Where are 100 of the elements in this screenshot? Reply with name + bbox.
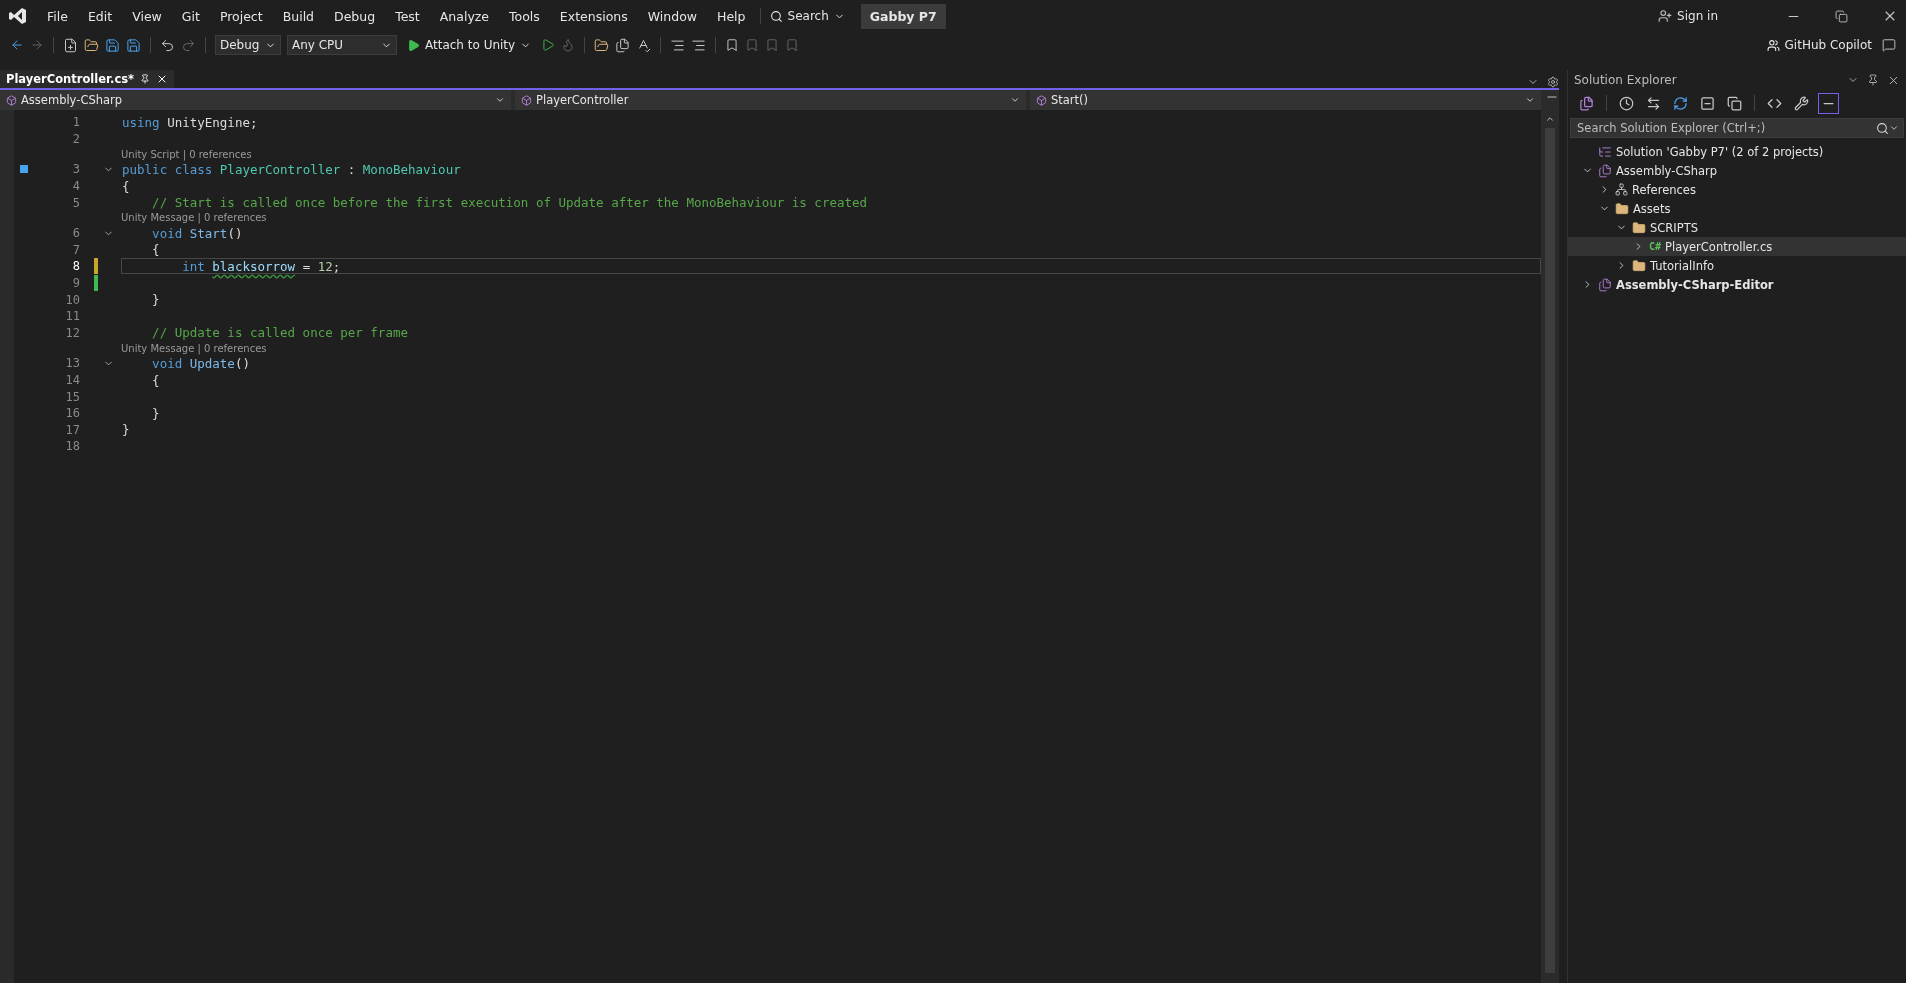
- folder-icon: [1632, 220, 1646, 235]
- folder-icon: [1632, 258, 1646, 273]
- tree-item[interactable]: References: [1568, 180, 1906, 199]
- tree-item[interactable]: SCRIPTS: [1568, 218, 1906, 237]
- folder-icon: [1615, 201, 1629, 216]
- tree-item[interactable]: Assembly-CSharp: [1568, 161, 1906, 180]
- start-without-debugging-icon[interactable]: [541, 38, 556, 52]
- caret-icon: [1525, 95, 1535, 105]
- new-file-icon[interactable]: [63, 37, 78, 53]
- menu-item[interactable]: View: [123, 4, 171, 28]
- code-line: }: [151, 405, 160, 421]
- code-lens[interactable]: Unity Script | 0 references: [121, 148, 252, 160]
- sign-in-button[interactable]: Sign in: [1654, 9, 1722, 23]
- redo-icon[interactable]: [181, 37, 196, 53]
- code-line: void Update(): [151, 355, 250, 371]
- browser-icon[interactable]: [615, 37, 631, 53]
- forward-icon[interactable]: [30, 38, 44, 52]
- implements-icon[interactable]: [19, 164, 29, 175]
- caret-icon: [1010, 95, 1020, 105]
- menu-item[interactable]: Build: [273, 4, 324, 28]
- github-copilot-button[interactable]: GitHub Copilot: [1762, 38, 1876, 52]
- references-icon: [1615, 183, 1628, 196]
- undo-icon[interactable]: [160, 37, 175, 53]
- menu-item[interactable]: Tools: [500, 4, 549, 28]
- platform-dropdown[interactable]: Any CPU: [287, 35, 397, 55]
- menu-item[interactable]: Debug: [325, 4, 385, 28]
- vertical-scrollbar[interactable]: [1541, 110, 1559, 983]
- menu-item[interactable]: Test: [386, 4, 429, 28]
- cube-icon: [6, 94, 17, 106]
- preview-icon[interactable]: [1818, 92, 1839, 114]
- play-icon: [407, 38, 420, 52]
- line-number: 2: [71, 131, 80, 146]
- solution-name: Gabby P7: [860, 3, 946, 29]
- code-lens[interactable]: Unity Message | 0 references: [121, 342, 267, 354]
- navigation-dropdown[interactable]: Start(): [1030, 90, 1541, 110]
- tree-item[interactable]: Assembly-CSharp-Editor: [1568, 275, 1906, 294]
- line-number: 16: [64, 406, 80, 421]
- pin-icon[interactable]: [1867, 74, 1879, 86]
- tree-item[interactable]: TutorialInfo: [1568, 256, 1906, 275]
- cube-icon: [1036, 94, 1047, 106]
- menu-item[interactable]: Help: [708, 4, 755, 28]
- pin-icon[interactable]: [140, 74, 151, 84]
- solution-icon: [1598, 144, 1612, 159]
- line-number: 10: [64, 292, 80, 307]
- settings-icon[interactable]: [1547, 76, 1559, 88]
- menu-item[interactable]: File: [38, 4, 77, 28]
- menu-item[interactable]: Analyze: [430, 4, 499, 28]
- bookmark-icon[interactable]: [725, 38, 740, 52]
- menu-item[interactable]: Project: [210, 4, 272, 28]
- line-number: 6: [71, 226, 80, 241]
- project-icon: [1598, 277, 1612, 292]
- configuration-dropdown[interactable]: Debug: [215, 35, 281, 55]
- code-line: {: [122, 178, 130, 194]
- search-field[interactable]: Search Solution Explorer (Ctrl+;): [1570, 118, 1904, 138]
- code-line: using UnityEngine;: [122, 114, 258, 130]
- line-number: 11: [64, 309, 80, 324]
- scroll-up-icon[interactable]: [1545, 114, 1555, 124]
- search-icon[interactable]: [1876, 121, 1889, 135]
- code-line: // Update is called once per frame: [151, 325, 408, 341]
- back-icon[interactable]: [10, 38, 24, 52]
- line-number: 7: [71, 242, 80, 257]
- menu-item[interactable]: Window: [638, 4, 707, 28]
- line-number: 15: [64, 389, 80, 404]
- open-folder-icon[interactable]: [84, 37, 99, 53]
- save-all-icon[interactable]: [126, 37, 141, 53]
- indent-icon[interactable]: [670, 37, 686, 53]
- menu-item[interactable]: Extensions: [550, 4, 637, 28]
- project-icon: [1598, 163, 1612, 178]
- code-line: void Start(): [151, 225, 243, 241]
- editor-tab[interactable]: PlayerController.cs*: [0, 70, 175, 88]
- code-line: int blacksorrow = 12;: [181, 258, 341, 274]
- search-button[interactable]: Search: [765, 9, 849, 23]
- menu-item[interactable]: Edit: [78, 4, 122, 28]
- search-icon: [769, 9, 783, 23]
- tree-item[interactable]: Solution 'Gabby P7' (2 of 2 projects): [1568, 142, 1906, 161]
- cube-icon: [521, 94, 532, 106]
- line-number: 18: [64, 439, 80, 454]
- line-number: 4: [71, 179, 80, 194]
- line-number: 17: [64, 422, 80, 437]
- code-line: {: [151, 242, 160, 258]
- code-line: }: [151, 292, 160, 308]
- caret-icon[interactable]: [1889, 123, 1899, 133]
- tree-item[interactable]: Assets: [1568, 199, 1906, 218]
- restore-icon[interactable]: [1835, 9, 1848, 23]
- spell-check-icon[interactable]: [636, 37, 652, 53]
- code-lens[interactable]: Unity Message | 0 references: [121, 212, 267, 224]
- outdent-icon[interactable]: [691, 37, 707, 53]
- navigation-dropdown[interactable]: Assembly-CSharp: [0, 90, 511, 110]
- save-icon[interactable]: [105, 37, 120, 53]
- navigation-dropdown[interactable]: PlayerController: [515, 90, 1026, 110]
- tree-item[interactable]: C# PlayerController.cs: [1568, 237, 1906, 256]
- code-line: // Start is called once before the first execution of Update after the MonoBehaviour is created: [151, 195, 868, 211]
- line-number: 8: [71, 259, 80, 274]
- attach-to-unity-button[interactable]: Attach to Unity: [403, 38, 536, 52]
- app-logo-icon[interactable]: [8, 6, 28, 26]
- menu-item[interactable]: Git: [172, 4, 209, 28]
- find-in-files-icon[interactable]: [594, 37, 610, 53]
- code-line: }: [122, 422, 130, 438]
- feedback-icon[interactable]: [1882, 38, 1896, 52]
- panel-title: Solution Explorer: [1574, 73, 1678, 87]
